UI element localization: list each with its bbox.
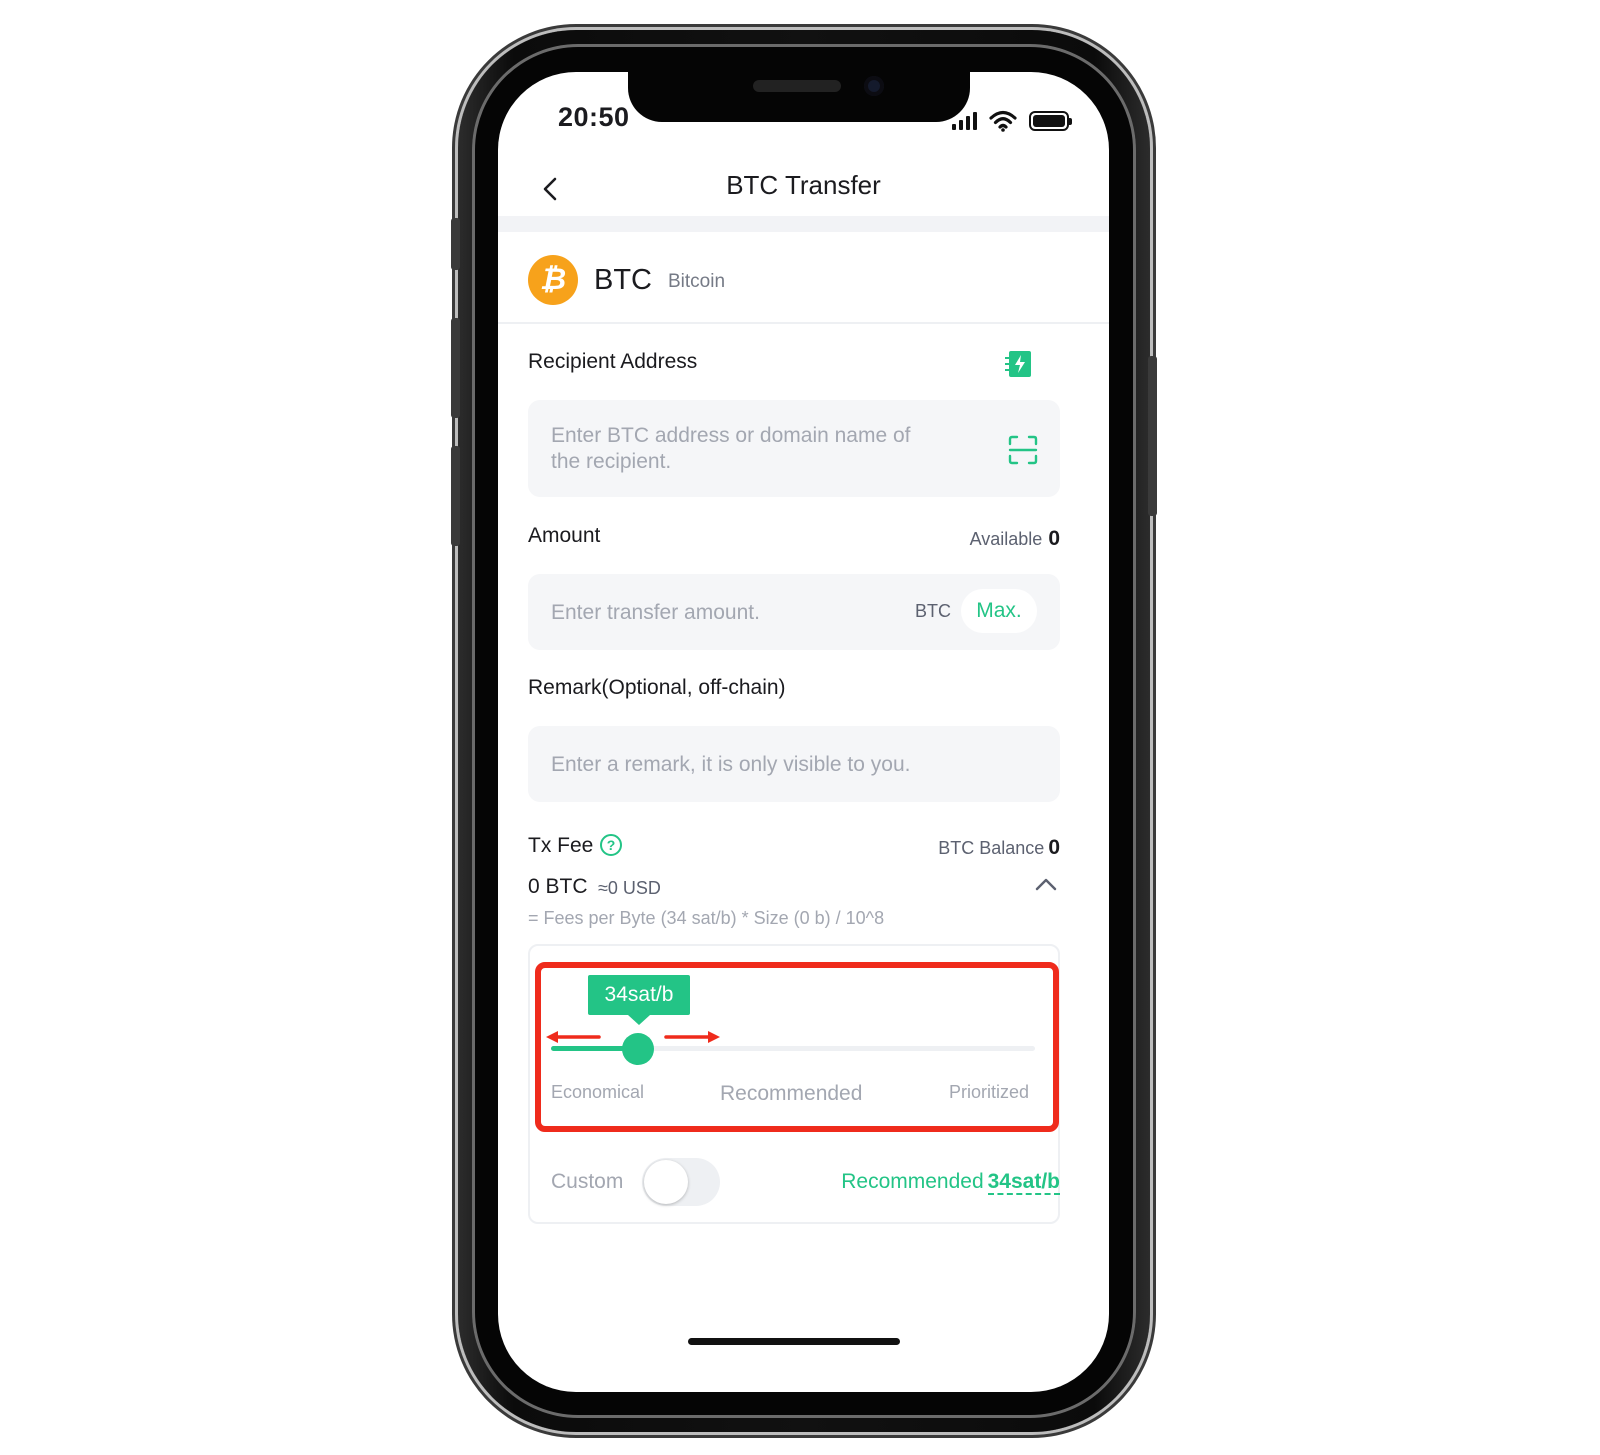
app-screen: 20:50 BTC Transfer ₿ BTC Bitcoin Recipie… [498,72,1109,1392]
available-label: Available [969,529,1043,549]
tier-prioritized: Prioritized [949,1082,1030,1102]
recipient-placeholder-line2: the recipient. [551,450,672,473]
amount-unit: BTC [915,601,951,621]
recipient-address-input[interactable]: Enter BTC address or domain name of the … [528,400,1060,497]
recommended-value[interactable]: 34sat/b [987,1170,1060,1195]
btc-balance: BTC Balance 0 [938,836,1060,860]
remark-label: Remark(Optional, off-chain) [528,676,786,699]
help-icon[interactable]: ? [600,834,622,856]
silent-switch [451,218,460,270]
recommended-label: Recommended [841,1170,984,1193]
status-icons [952,110,1072,132]
amount-placeholder: Enter transfer amount. [551,601,760,624]
fee-slider-thumb[interactable] [622,1033,655,1065]
page-title: BTC Transfer [726,170,881,200]
tier-recommended: Recommended [720,1082,863,1105]
scan-qr-icon[interactable] [1007,434,1039,466]
bitcoin-logo-icon: ₿ [528,255,578,305]
custom-fee-toggle[interactable] [642,1158,720,1206]
remark-input[interactable]: Enter a remark, it is only visible to yo… [528,726,1060,802]
fee-usd: ≈0 USD [598,878,661,898]
front-camera [864,76,884,96]
volume-up-button [451,318,460,418]
volume-down-button [451,446,460,546]
chevron-up-icon[interactable] [1034,876,1058,892]
coin-name: Bitcoin [668,271,726,292]
toggle-knob [644,1160,688,1204]
recommended-fee: Recommended 34sat/b [841,1170,1060,1195]
address-book-icon[interactable] [1004,349,1034,379]
section-divider [498,216,1109,232]
tx-fee-label: Tx Fee [528,834,594,857]
available-value: 0 [1048,527,1060,550]
fee-amount: 0 BTC [528,875,588,898]
divider [498,322,1109,324]
coin-symbol: BTC [594,263,652,296]
power-button [1148,356,1157,516]
recipient-placeholder-line1: Enter BTC address or domain name of [551,424,911,447]
notch [628,72,970,122]
btc-balance-label: BTC Balance [938,838,1045,858]
fee-formula: = Fees per Byte (34 sat/b) * Size (0 b) … [528,908,885,928]
max-button[interactable]: Max. [961,589,1037,633]
earpiece-speaker [753,80,841,92]
available-balance: Available 0 [970,527,1060,551]
tier-economical: Economical [551,1082,645,1102]
nav-bar: BTC Transfer [498,154,1109,222]
remark-placeholder: Enter a remark, it is only visible to yo… [551,753,911,776]
fee-tooltip: 34sat/b [588,975,690,1025]
amount-label: Amount [528,524,601,547]
battery-icon [1029,111,1072,131]
recipient-address-label: Recipient Address [528,350,698,373]
wifi-icon [989,110,1017,132]
btc-balance-value: 0 [1048,836,1060,859]
home-indicator [688,1338,900,1345]
cellular-signal-icon [952,112,977,130]
status-time: 20:50 [558,102,630,132]
coin-header: ₿ BTC Bitcoin [528,252,725,308]
custom-label: Custom [551,1170,624,1193]
